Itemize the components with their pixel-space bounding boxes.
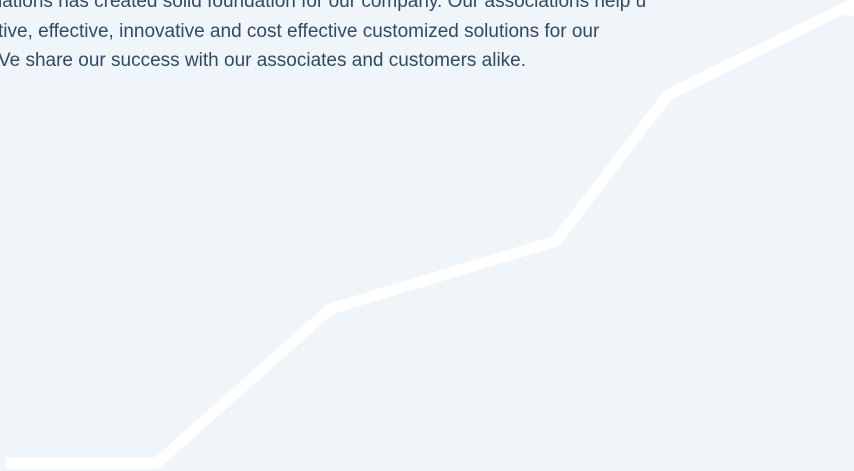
- growth-line: [6, 0, 853, 469]
- about-section: lations has created solid foundation for…: [0, 0, 854, 471]
- growth-arrow-icon: [6, 0, 854, 469]
